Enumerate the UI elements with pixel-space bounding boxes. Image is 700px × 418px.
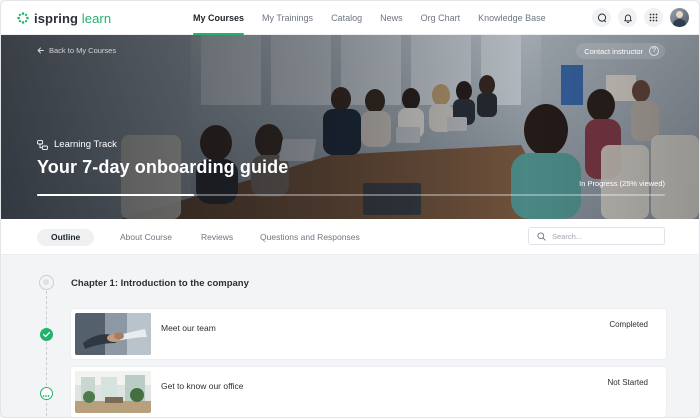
nav-item-catalog[interactable]: Catalog xyxy=(331,1,362,35)
notifications-button[interactable] xyxy=(618,8,637,27)
lesson-status: Not Started xyxy=(607,378,648,387)
lesson-status: Completed xyxy=(609,320,648,329)
learning-track-icon xyxy=(37,139,48,150)
apps-button[interactable] xyxy=(644,8,663,27)
main-nav: My Courses My Trainings Catalog News Org… xyxy=(193,1,564,35)
handshake-thumbnail xyxy=(75,313,151,355)
logo-product: learn xyxy=(81,10,112,26)
course-progress-bar xyxy=(37,194,665,196)
course-progress-fill xyxy=(37,194,194,196)
chat-button[interactable] xyxy=(592,8,611,27)
nav-item-my-courses[interactable]: My Courses xyxy=(193,1,245,35)
nav-item-org-chart[interactable]: Org Chart xyxy=(421,1,461,35)
app-window: ispring learn My Courses My Trainings Ca… xyxy=(0,0,700,418)
back-to-my-courses-link[interactable]: Back to My Courses xyxy=(37,46,116,55)
nav-item-my-trainings[interactable]: My Trainings xyxy=(262,1,313,35)
lesson-title: Meet our team xyxy=(161,323,216,333)
lesson-item-meet-our-team[interactable]: Meet our team Completed xyxy=(71,309,666,359)
course-outline: Chapter 1: Introduction to the company M… xyxy=(1,256,699,417)
tab-reviews[interactable]: Reviews xyxy=(201,229,233,246)
question-icon: ? xyxy=(649,46,659,56)
avatar[interactable] xyxy=(670,8,689,27)
search-input[interactable] xyxy=(552,231,652,241)
bell-icon xyxy=(623,14,632,23)
lesson-item-get-to-know-our-office[interactable]: Get to know our office Not Started xyxy=(71,367,666,417)
hero-dark-overlay xyxy=(1,35,699,219)
nav-item-news[interactable]: News xyxy=(380,1,403,35)
top-navigation-bar: ispring learn My Courses My Trainings Ca… xyxy=(1,1,699,35)
chapter-marker xyxy=(39,275,54,290)
apps-grid-icon xyxy=(649,13,658,22)
logo-mark-icon xyxy=(17,12,29,24)
course-hero-banner: Back to My Courses Contact instructor ? … xyxy=(1,35,699,219)
nav-icon-group xyxy=(592,8,689,27)
lesson-completed-marker xyxy=(40,328,53,341)
chat-icon xyxy=(597,13,606,22)
chapter-title: Chapter 1: Introduction to the company xyxy=(71,278,249,289)
tab-outline[interactable]: Outline xyxy=(37,229,95,246)
logo-brand: ispring xyxy=(34,10,79,26)
course-title: Your 7-day onboarding guide xyxy=(37,157,289,177)
lesson-not-started-marker xyxy=(40,387,53,400)
learning-track-text: Learning Track xyxy=(54,139,117,150)
tab-questions-and-responses[interactable]: Questions and Responses xyxy=(260,229,360,246)
nav-item-knowledge-base[interactable]: Knowledge Base xyxy=(478,1,546,35)
office-thumbnail xyxy=(75,371,151,413)
search-icon xyxy=(537,231,546,241)
arrow-left-icon xyxy=(37,47,44,54)
logo[interactable]: ispring learn xyxy=(17,10,111,26)
check-icon xyxy=(42,331,51,338)
contact-instructor-label: Contact instructor xyxy=(584,46,643,56)
course-tabs-bar: Outline About Course Reviews Questions a… xyxy=(1,219,699,255)
learning-track-label: Learning Track xyxy=(37,139,117,150)
progress-status-text: In Progress (25% viewed) xyxy=(579,179,665,188)
logo-text: ispring learn xyxy=(34,11,111,26)
contact-instructor-button[interactable]: Contact instructor ? xyxy=(576,43,665,59)
tab-about-course[interactable]: About Course xyxy=(120,229,172,246)
course-search[interactable] xyxy=(528,227,665,245)
more-dots-icon xyxy=(42,395,50,397)
back-link-label: Back to My Courses xyxy=(49,46,117,55)
lesson-title: Get to know our office xyxy=(161,381,244,391)
